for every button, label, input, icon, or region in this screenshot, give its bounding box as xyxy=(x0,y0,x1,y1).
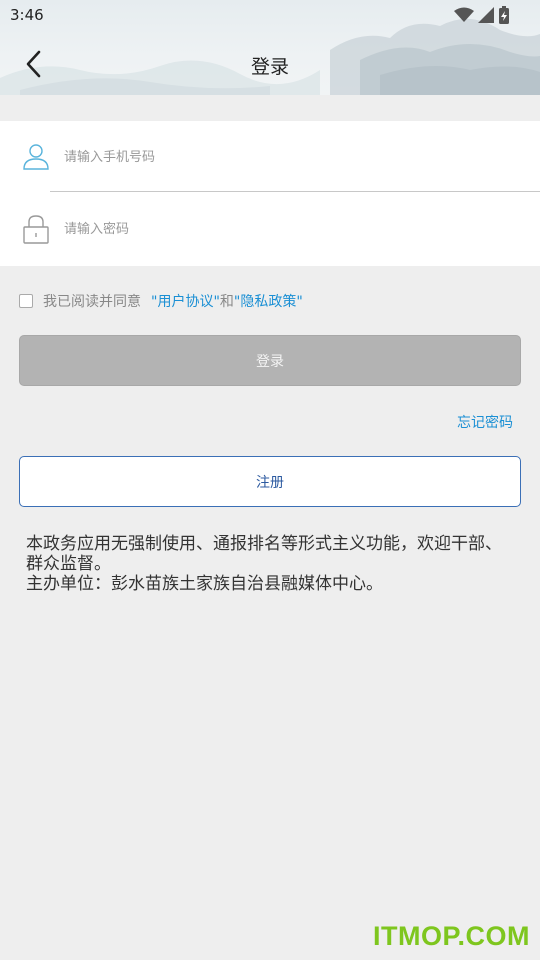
password-field xyxy=(0,193,540,265)
status-icons xyxy=(454,6,510,24)
header: 3:46 登录 xyxy=(0,0,540,95)
password-input[interactable] xyxy=(64,215,514,243)
forgot-password-link[interactable]: 忘记密码 xyxy=(457,412,513,432)
privacy-policy-link[interactable]: "隐私政策" xyxy=(234,291,303,311)
watermark: ITMOP.COM xyxy=(372,921,530,951)
user-icon xyxy=(23,144,49,170)
battery-charging-icon xyxy=(499,6,509,24)
phone-field xyxy=(0,121,540,193)
page-title: 登录 xyxy=(250,56,289,78)
user-agreement-link[interactable]: "用户协议" xyxy=(151,291,220,311)
lock-icon xyxy=(23,215,49,244)
agreement-label: 我已阅读并同意 xyxy=(43,294,141,310)
wifi-icon xyxy=(454,7,474,22)
field-divider xyxy=(50,191,540,192)
login-form xyxy=(0,121,540,266)
agreement-and: 和 xyxy=(219,294,234,310)
notice-text: 本政务应用无强制使用、通报排名等形式主义功能，欢迎干部、群众监督。 主办单位：彭… xyxy=(26,534,516,594)
phone-input[interactable] xyxy=(64,143,514,171)
signal-icon xyxy=(478,7,494,23)
agreement-row: 我已阅读并同意 "用户协议" 和 "隐私政策" xyxy=(19,290,303,312)
agreement-checkbox[interactable] xyxy=(19,294,33,308)
register-button[interactable]: 注册 xyxy=(19,456,521,507)
notice-line-1: 本政务应用无强制使用、通报排名等形式主义功能，欢迎干部、群众监督。 xyxy=(26,534,502,574)
status-time: 3:46 xyxy=(10,6,44,24)
status-bar: 3:46 xyxy=(0,0,540,30)
login-button[interactable]: 登录 xyxy=(19,335,521,386)
notice-line-2: 主办单位：彭水苗族土家族自治县融媒体中心。 xyxy=(26,574,383,594)
